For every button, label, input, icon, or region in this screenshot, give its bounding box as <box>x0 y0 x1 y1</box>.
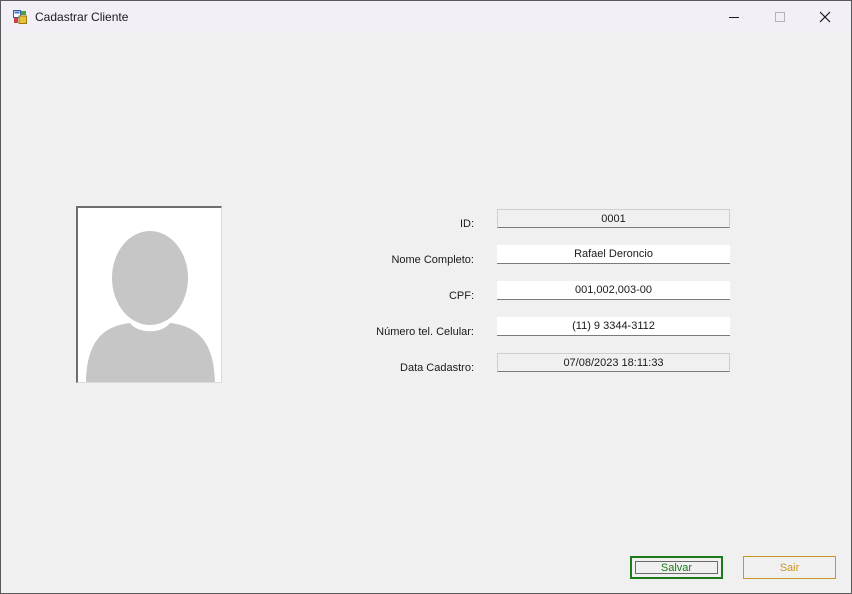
close-icon <box>819 11 831 23</box>
maximize-icon <box>775 12 785 22</box>
close-button[interactable] <box>802 1 848 33</box>
save-button[interactable]: Salvar <box>630 556 723 579</box>
date-field[interactable] <box>497 353 730 372</box>
form-client-area: ID: Nome Completo: CPF: Número tel. Celu… <box>1 33 851 593</box>
cpf-field[interactable] <box>497 281 730 300</box>
id-label: ID: <box>459 218 474 230</box>
user-silhouette-icon <box>86 231 215 382</box>
minimize-icon <box>729 17 739 18</box>
maximize-button[interactable] <box>757 1 803 33</box>
window-title: Cadastrar Cliente <box>35 10 129 24</box>
date-label: Data Cadastro: <box>400 362 474 374</box>
minimize-button[interactable] <box>711 1 757 33</box>
cpf-label: CPF: <box>448 290 474 302</box>
title-bar[interactable]: Cadastrar Cliente <box>1 1 851 33</box>
cadastrar-cliente-window: Cadastrar Cliente ID: Nome <box>0 0 852 594</box>
phone-label: Número tel. Celular: <box>376 326 474 338</box>
phone-field[interactable] <box>497 317 730 336</box>
name-field[interactable] <box>497 245 730 264</box>
exit-button-label: Sair <box>779 561 800 574</box>
save-button-label: Salvar <box>660 561 693 574</box>
name-label: Nome Completo: <box>391 254 474 266</box>
id-field[interactable] <box>497 209 730 228</box>
client-photo[interactable] <box>76 206 222 383</box>
exit-button[interactable]: Sair <box>743 556 836 579</box>
form-app-icon <box>13 10 27 24</box>
